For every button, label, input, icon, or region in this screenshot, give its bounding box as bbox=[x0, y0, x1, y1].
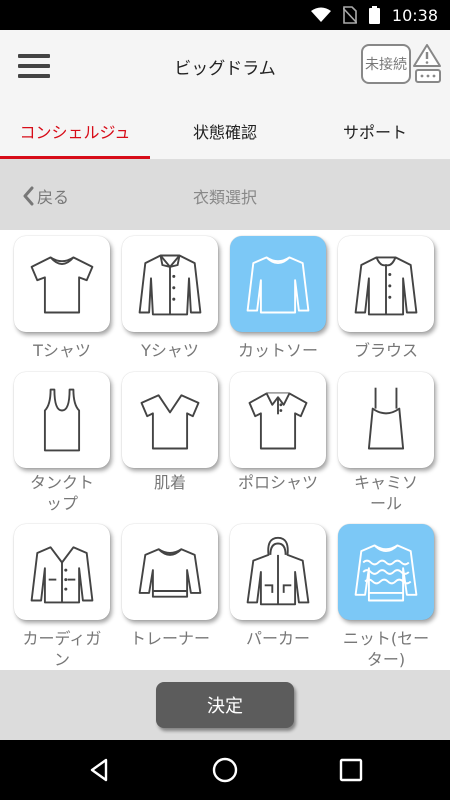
t-shirt-icon bbox=[30, 256, 94, 314]
clothing-label: キャミソ ール bbox=[353, 473, 418, 513]
clothing-tile[interactable] bbox=[230, 372, 326, 468]
polo-shirt-icon bbox=[248, 392, 308, 450]
clothing-label: ブラウス bbox=[353, 341, 418, 360]
clothing-label: Tシャツ bbox=[33, 341, 91, 360]
clothing-label: ポロシャツ bbox=[237, 473, 318, 492]
app-bar: ビッグドラム 未接続 bbox=[0, 30, 450, 102]
warning-icon[interactable] bbox=[412, 42, 442, 86]
tab-concierge[interactable]: コンシェルジュ bbox=[0, 102, 150, 160]
recents-square-icon[interactable] bbox=[337, 756, 365, 784]
tab-support[interactable]: サポート bbox=[300, 102, 450, 160]
clothing-tile[interactable] bbox=[122, 372, 218, 468]
clothing-label: パーカー bbox=[245, 629, 310, 648]
clothing-label: トレーナー bbox=[129, 629, 210, 648]
subheader: 戻る 衣類選択 bbox=[0, 160, 450, 230]
decide-button[interactable]: 決定 bbox=[156, 682, 294, 728]
active-tab-indicator bbox=[0, 156, 150, 159]
tab-status-check[interactable]: 状態確認 bbox=[150, 102, 300, 160]
tab-bar: コンシェルジュ 状態確認 サポート bbox=[0, 102, 450, 160]
clothing-tile[interactable] bbox=[338, 372, 434, 468]
cardigan-icon bbox=[30, 546, 94, 604]
system-navigation-bar bbox=[0, 740, 450, 800]
battery-icon bbox=[368, 6, 380, 24]
clothing-tile[interactable] bbox=[122, 236, 218, 332]
clothing-label: タンクト ップ bbox=[29, 473, 94, 513]
clothing-tile[interactable] bbox=[230, 524, 326, 620]
home-circle-icon[interactable] bbox=[211, 756, 239, 784]
clothing-tile-selected[interactable] bbox=[230, 236, 326, 332]
sweatshirt-icon bbox=[138, 548, 202, 598]
dress-shirt-icon bbox=[138, 254, 202, 316]
bottom-action-bar: 決定 bbox=[0, 670, 450, 740]
clothing-tile[interactable] bbox=[14, 372, 110, 468]
tank-top-icon bbox=[43, 388, 81, 452]
clothing-tile[interactable] bbox=[338, 236, 434, 332]
clothing-label: カットソー bbox=[237, 341, 318, 360]
hoodie-icon bbox=[246, 536, 310, 606]
back-triangle-icon[interactable] bbox=[86, 756, 114, 784]
no-sim-icon bbox=[342, 6, 357, 24]
status-time: 10:38 bbox=[391, 5, 438, 25]
clothing-tile[interactable] bbox=[122, 524, 218, 620]
clothing-grid: Tシャツ Yシャツ カットソー ブラウス タンクト ップ 肌着 ポロシャツ キャ… bbox=[0, 230, 450, 670]
camisole-icon bbox=[367, 387, 405, 450]
clothing-tile[interactable] bbox=[14, 524, 110, 620]
clothing-tile-selected[interactable] bbox=[338, 524, 434, 620]
page-title: 衣類選択 bbox=[192, 188, 257, 207]
cut-and-sewn-icon bbox=[246, 256, 310, 314]
clothing-label: 肌着 bbox=[153, 473, 186, 492]
clothing-label: ニット(セー ター) bbox=[342, 629, 430, 669]
clothing-label: カーディガ ン bbox=[22, 629, 102, 669]
clothing-label: Yシャツ bbox=[141, 341, 199, 360]
wifi-icon bbox=[310, 7, 331, 22]
undershirt-icon bbox=[140, 394, 200, 450]
clothing-tile[interactable] bbox=[14, 236, 110, 332]
connection-status-button[interactable]: 未接続 bbox=[361, 44, 411, 84]
knit-sweater-icon bbox=[354, 544, 418, 602]
status-bar: 10:38 bbox=[0, 0, 450, 30]
blouse-icon bbox=[354, 256, 418, 316]
